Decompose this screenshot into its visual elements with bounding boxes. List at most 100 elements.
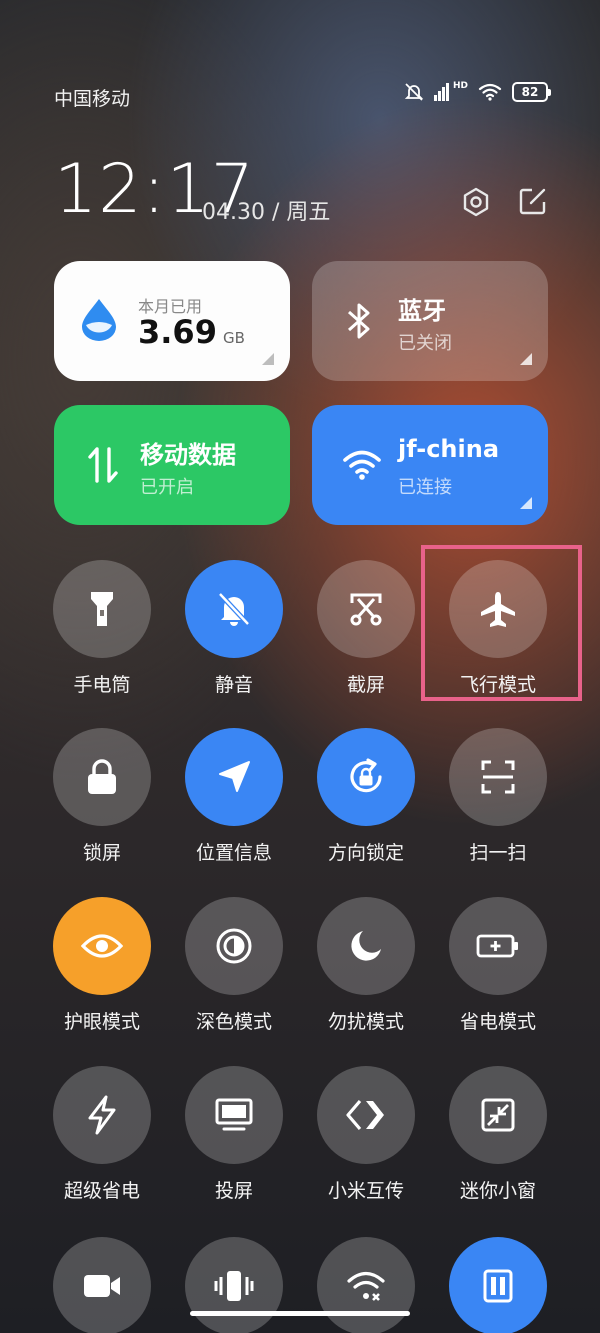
toggle-label: 小米互传 <box>327 1180 404 1202</box>
toggle-eye-care[interactable]: 护眼模式 <box>36 897 168 1047</box>
date-label: 04.30 / 周五 <box>202 200 331 225</box>
highlight-box <box>421 545 582 701</box>
vibrate-icon <box>214 1271 254 1301</box>
toggle-battery-saver-button[interactable] <box>449 897 547 995</box>
toggle-label: 扫一扫 <box>469 842 527 864</box>
header-row: 12:17 04.30 / 周五 <box>54 150 548 230</box>
toggle-rotation-lock[interactable]: 方向锁定 <box>300 728 432 878</box>
wifi-status: 已连接 <box>398 477 452 498</box>
toggle-mini-window[interactable]: 迷你小窗 <box>432 1066 564 1216</box>
toggle-label: 方向锁定 <box>327 842 404 864</box>
toggle-wifi-share-button[interactable] <box>317 1237 415 1333</box>
toggle-eye-care-button[interactable] <box>53 897 151 995</box>
rotation-lock-icon <box>350 758 382 793</box>
lock-icon <box>88 759 116 794</box>
bell-off-icon <box>218 592 250 626</box>
flashlight-icon <box>91 592 113 626</box>
toggle-mini-window-button[interactable] <box>449 1066 547 1164</box>
home-indicator[interactable] <box>190 1311 410 1316</box>
toggle-nfc-button[interactable] <box>449 1237 547 1333</box>
nfc-icon <box>483 1269 513 1303</box>
mini-window-icon <box>481 1098 515 1132</box>
toggle-dark-mode-button[interactable] <box>185 897 283 995</box>
toggle-label: 超级省电 <box>63 1180 140 1202</box>
bluetooth-card[interactable]: 蓝牙 已关闭 <box>312 261 548 381</box>
screenshot-icon <box>350 593 382 626</box>
toggle-mi-share[interactable]: 小米互传 <box>300 1066 432 1216</box>
toggle-label: 深色模式 <box>195 1011 272 1033</box>
toggle-vibrate-button[interactable] <box>185 1237 283 1333</box>
lightning-icon <box>88 1095 116 1135</box>
battery-saver-icon <box>476 934 518 958</box>
toggle-lock-screen-button[interactable] <box>53 728 151 826</box>
toggle-location[interactable]: 位置信息 <box>168 728 300 878</box>
toggle-flashlight[interactable]: 手电筒 <box>36 560 168 710</box>
data-transfer-icon <box>88 447 118 483</box>
hd-label: HD <box>452 80 468 91</box>
toggle-mute[interactable]: 静音 <box>168 560 300 710</box>
toggle-scan-button[interactable] <box>449 728 547 826</box>
toggle-cast-button[interactable] <box>185 1066 283 1164</box>
data-usage-card[interactable]: 本月已用 3.69 GB <box>54 261 290 381</box>
bluetooth-status: 已关闭 <box>398 333 452 354</box>
status-icons: HD 82 <box>404 80 551 102</box>
toggle-mi-share-button[interactable] <box>317 1066 415 1164</box>
cast-screen-icon <box>215 1098 253 1131</box>
toggle-screenshot-button[interactable] <box>317 560 415 658</box>
carrier-name: 中国移动 <box>54 88 131 110</box>
toggle-label: 位置信息 <box>195 842 272 864</box>
toggle-scan[interactable]: 扫一扫 <box>432 728 564 878</box>
toggle-label: 省电模式 <box>459 1011 536 1033</box>
mobile-data-title: 移动数据 <box>140 441 236 469</box>
toggle-label: 手电筒 <box>73 674 131 696</box>
expand-corner-icon <box>520 497 532 509</box>
toggle-label: 锁屏 <box>82 842 121 864</box>
dark-mode-icon <box>216 928 252 964</box>
toggle-label: 勿扰模式 <box>327 1011 404 1033</box>
wifi-card[interactable]: jf-china 已连接 <box>312 405 548 525</box>
moon-icon <box>351 931 381 961</box>
bell-muted-icon <box>404 83 424 101</box>
status-bar: 中国移动 HD 82 <box>54 80 551 110</box>
signal-icon <box>433 83 449 101</box>
settings-icon[interactable] <box>460 186 492 218</box>
video-camera-icon <box>84 1275 120 1297</box>
expand-corner-icon <box>520 353 532 365</box>
toggle-ultra-saver-button[interactable] <box>53 1066 151 1164</box>
toggle-screenshot[interactable]: 截屏 <box>300 560 432 710</box>
toggle-mute-button[interactable] <box>185 560 283 658</box>
edit-icon[interactable] <box>518 186 548 216</box>
eye-icon <box>81 934 123 958</box>
mobile-data-card[interactable]: 移动数据 已开启 <box>54 405 290 525</box>
toggle-label: 迷你小窗 <box>459 1180 536 1202</box>
toggle-do-not-disturb[interactable]: 勿扰模式 <box>300 897 432 1047</box>
battery-indicator: 82 <box>512 82 551 102</box>
toggle-label: 截屏 <box>346 674 385 696</box>
bluetooth-title: 蓝牙 <box>398 297 446 325</box>
quick-toggle-row-partial <box>36 1237 566 1333</box>
toggle-do-not-disturb-button[interactable] <box>317 897 415 995</box>
toggle-dark-mode[interactable]: 深色模式 <box>168 897 300 1047</box>
toggle-location-button[interactable] <box>185 728 283 826</box>
bluetooth-icon <box>347 303 370 339</box>
wifi-share-icon <box>347 1271 385 1301</box>
toggle-battery-saver[interactable]: 省电模式 <box>432 897 564 1047</box>
mi-share-icon <box>346 1099 384 1131</box>
expand-corner-icon <box>262 353 274 365</box>
toggle-ultra-saver[interactable]: 超级省电 <box>36 1066 168 1216</box>
toggle-cast[interactable]: 投屏 <box>168 1066 300 1216</box>
toggle-label: 投屏 <box>214 1180 253 1202</box>
scan-icon <box>481 760 515 794</box>
wifi-network-name: jf-china <box>398 435 500 463</box>
toggle-flashlight-button[interactable] <box>53 560 151 658</box>
location-icon <box>219 761 250 792</box>
toggle-label: 护眼模式 <box>63 1011 140 1033</box>
mobile-data-status: 已开启 <box>140 477 194 498</box>
wifi-status-icon <box>478 83 502 101</box>
toggle-video-button[interactable] <box>53 1237 151 1333</box>
data-usage-value: 3.69 GB <box>138 313 245 351</box>
toggle-lock-screen[interactable]: 锁屏 <box>36 728 168 878</box>
toggle-rotation-lock-button[interactable] <box>317 728 415 826</box>
toggle-label: 静音 <box>214 674 253 696</box>
water-drop-icon <box>82 299 116 341</box>
